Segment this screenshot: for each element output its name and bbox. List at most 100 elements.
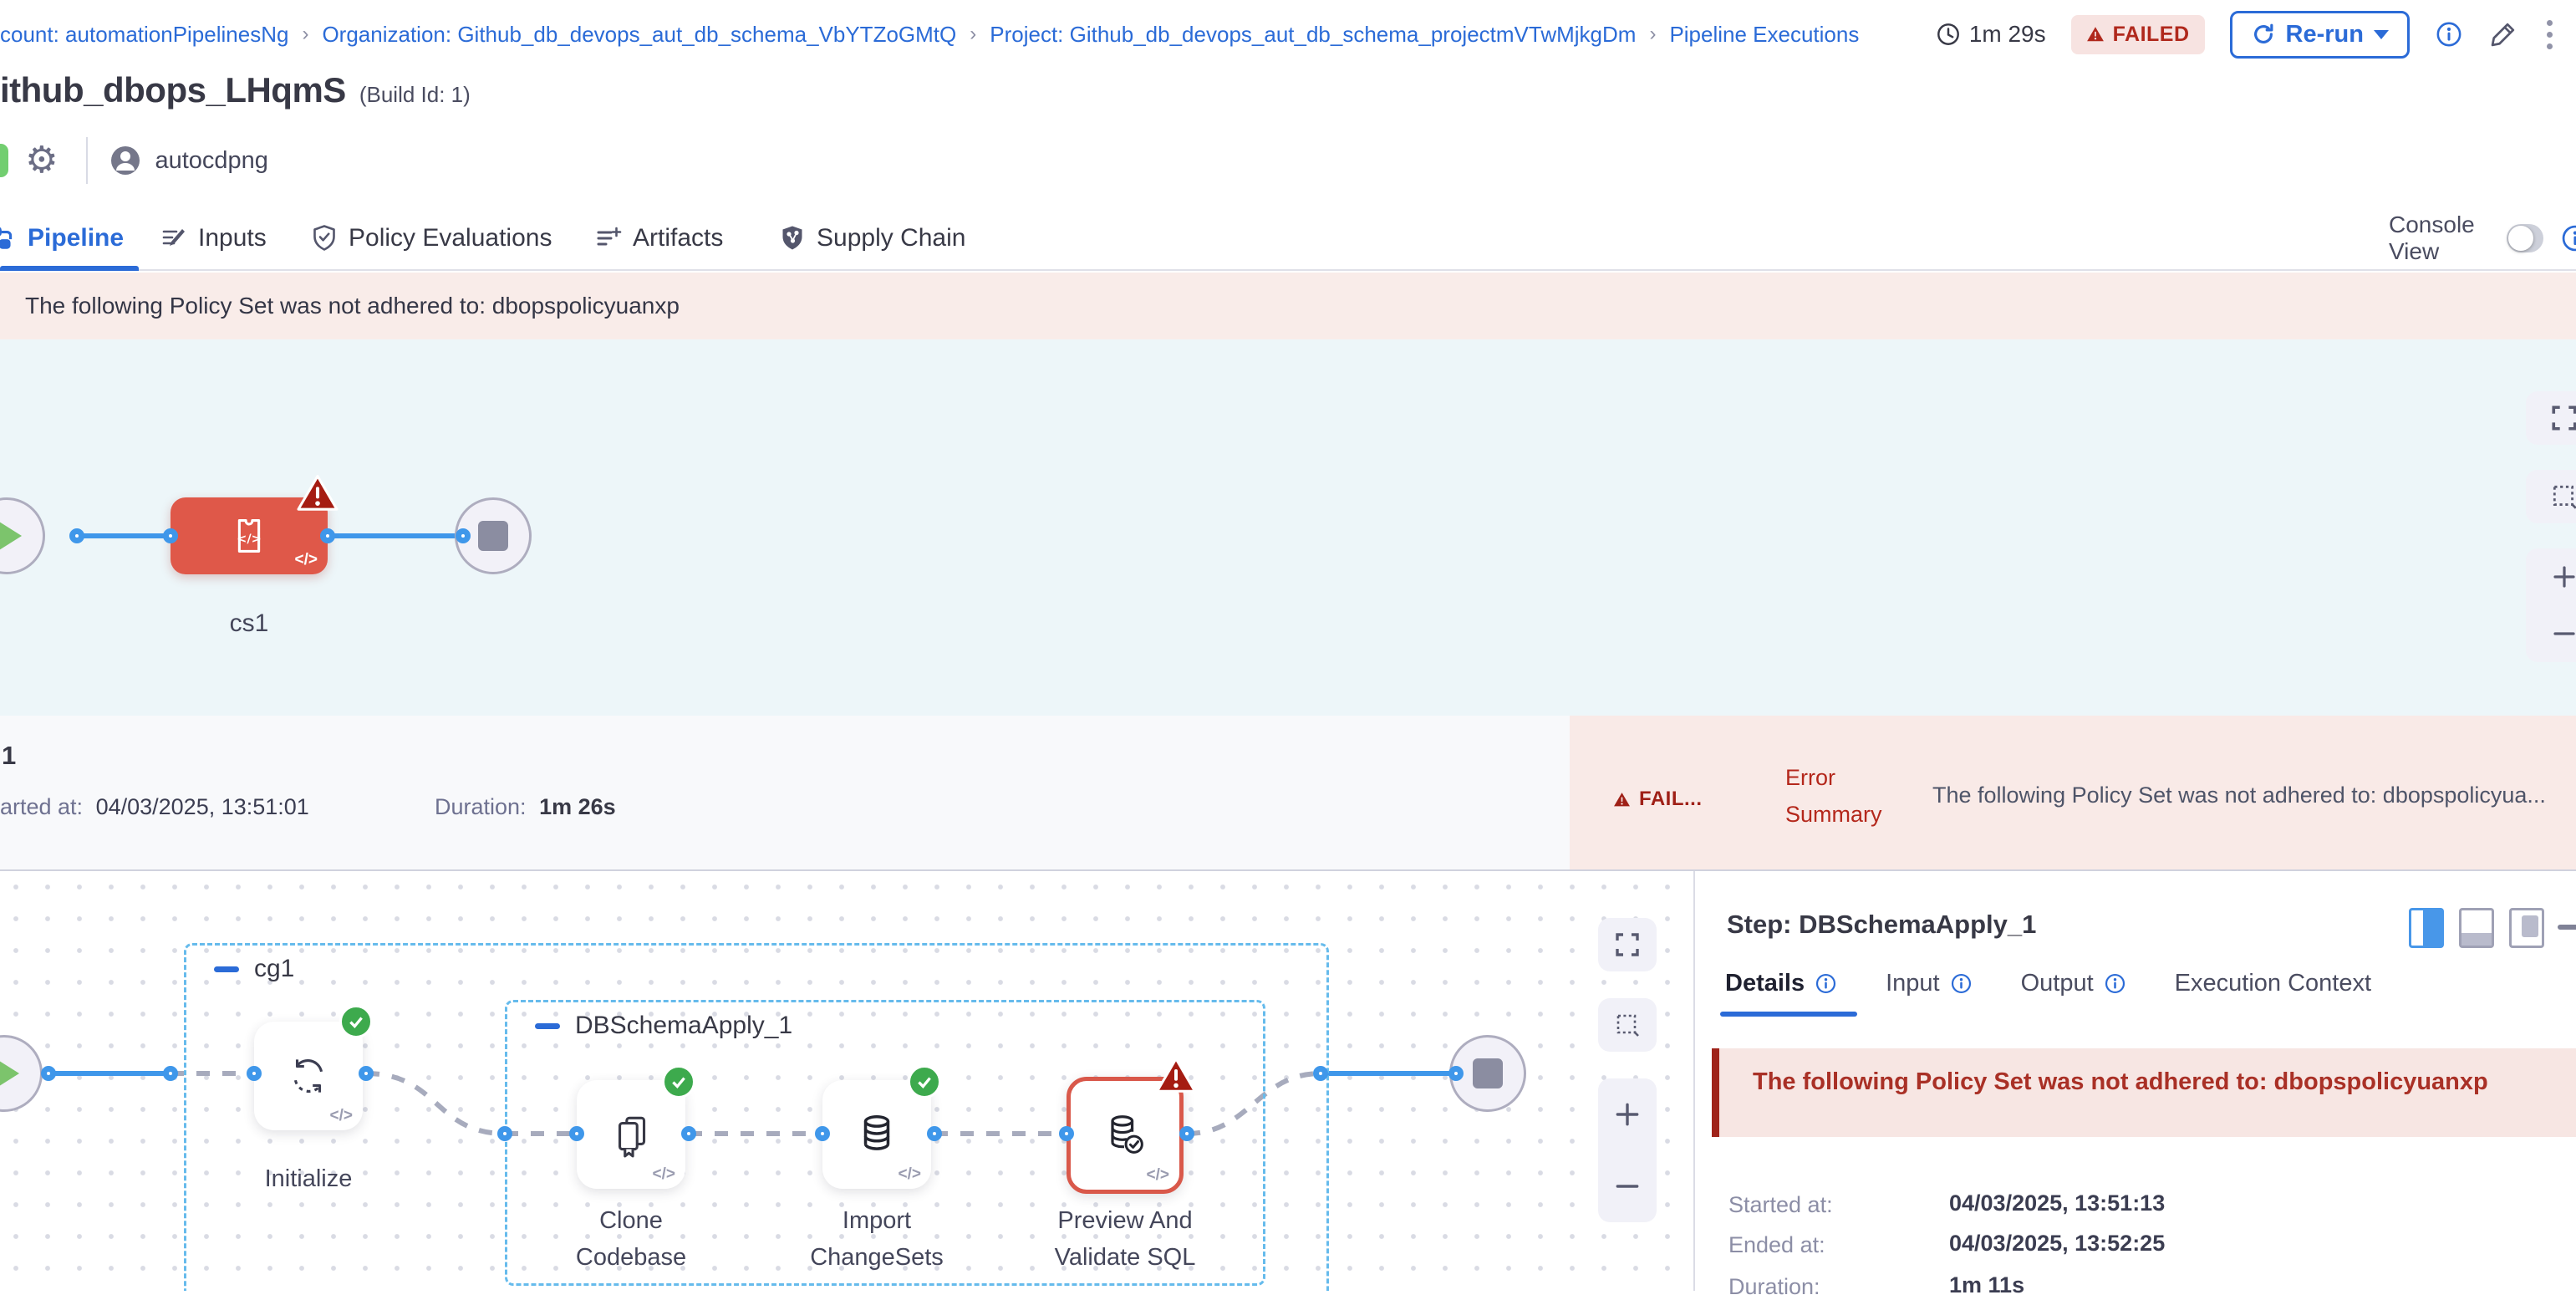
panel-tab-details-label: Details [1725, 970, 1805, 997]
tab-pipeline[interactable]: Pipeline [0, 207, 124, 269]
connector-port[interactable] [927, 1126, 942, 1141]
fullscreen-button[interactable] [1598, 918, 1657, 971]
divider [86, 137, 88, 184]
info-icon[interactable] [1950, 972, 1973, 995]
stage-summary-bar: 1 arted at: 04/03/2025, 13:51:01 Duratio… [0, 716, 2576, 869]
panel-tab-details[interactable]: Details [1725, 970, 1837, 997]
breadcrumb-pipeline-executions[interactable]: Pipeline Executions [1669, 22, 1859, 48]
more-options-icon[interactable] [2543, 17, 2556, 53]
stop-icon [1473, 1058, 1503, 1088]
success-badge-icon [908, 1065, 941, 1099]
gear-icon[interactable]: ⚙ [25, 142, 58, 179]
layout-bottom-icon[interactable] [2459, 908, 2494, 948]
tab-inputs[interactable]: Inputs [160, 207, 267, 269]
step-label-clone-codebase[interactable]: Clone Codebase [547, 1202, 715, 1276]
stage-node-cs1[interactable]: </> </> [171, 497, 328, 574]
play-icon [0, 522, 22, 550]
edit-pencil-icon[interactable] [2488, 19, 2518, 49]
title-row: ithub_dbops_LHqmS (Build Id: 1) [0, 70, 471, 125]
panel-tab-input[interactable]: Input [1886, 970, 1973, 997]
connector-port[interactable] [1059, 1126, 1074, 1141]
connector-port[interactable] [681, 1126, 696, 1141]
step-label-import-changesets[interactable]: Import ChangeSets [793, 1202, 960, 1276]
stage-graph-canvas[interactable]: </> </> cs1 [0, 339, 2576, 716]
marquee-select-button[interactable] [1598, 998, 1657, 1052]
info-icon[interactable] [1815, 972, 1837, 995]
zoom-in-icon[interactable] [1613, 1100, 1642, 1129]
info-icon[interactable] [2560, 223, 2576, 253]
connector-port[interactable] [1313, 1066, 1328, 1081]
connector-port[interactable] [569, 1126, 584, 1141]
error-summary-label: Error Summary [1785, 759, 1911, 833]
info-icon[interactable] [2104, 972, 2126, 995]
inputs-icon [160, 225, 187, 252]
connector-port[interactable] [359, 1066, 374, 1081]
stage-graph-connectors [0, 339, 2576, 716]
step-node-initialize[interactable]: </> [254, 1022, 363, 1130]
zoom-out-icon[interactable] [1613, 1172, 1642, 1201]
tab-artifacts[interactable]: Artifacts [595, 207, 723, 269]
database-check-icon [1100, 1110, 1150, 1160]
layout-floating-icon[interactable] [2509, 908, 2544, 948]
zoom-out-icon[interactable] [2551, 620, 2576, 647]
step-label-initialize[interactable]: Initialize [225, 1160, 392, 1197]
stage-label[interactable]: cs1 [171, 605, 328, 642]
connector-port[interactable] [456, 528, 471, 543]
database-icon [853, 1110, 901, 1159]
tab-policy-label: Policy Evaluations [349, 224, 552, 252]
connector-port[interactable] [497, 1126, 512, 1141]
connector-port[interactable] [163, 1066, 178, 1081]
svg-text:</>: </> [237, 533, 262, 546]
marquee-select-button[interactable] [2526, 470, 2576, 523]
step-node-clone-codebase[interactable]: </> [577, 1080, 685, 1189]
zoom-in-icon[interactable] [2551, 563, 2576, 590]
tag-badge-partial [0, 144, 8, 177]
breadcrumb-project[interactable]: Project: Github_db_devops_aut_db_schema_… [990, 22, 1636, 48]
connector-port[interactable] [320, 528, 335, 543]
collapse-group-icon[interactable] [535, 1023, 560, 1029]
connector-port[interactable] [815, 1126, 830, 1141]
group-dbschemaapply-label[interactable]: DBSchemaApply_1 [575, 1012, 792, 1040]
rerun-button[interactable]: Re-run [2230, 11, 2410, 59]
connector-port[interactable] [69, 528, 84, 543]
connector-port[interactable] [247, 1066, 262, 1081]
connector-port[interactable] [1448, 1066, 1464, 1081]
info-icon[interactable] [2435, 20, 2463, 48]
execution-graph-canvas[interactable]: cg1 DBSchemaApply_1 </> Initialize </> C… [0, 871, 1693, 1291]
code-glyph: </> [899, 1165, 921, 1184]
warning-triangle-icon [1613, 792, 1631, 808]
console-view-toggle[interactable] [2507, 224, 2543, 252]
fullscreen-icon [1614, 931, 1641, 958]
fullscreen-button[interactable] [2526, 391, 2576, 445]
connector-port[interactable] [1179, 1126, 1194, 1141]
tab-policy-evaluations[interactable]: Policy Evaluations [311, 207, 552, 269]
fail-status-label: FAIL... [1639, 788, 1703, 811]
breadcrumb-organization[interactable]: Organization: Github_db_devops_aut_db_sc… [322, 22, 956, 48]
page-title: ithub_dbops_LHqmS [0, 70, 346, 110]
marquee-icon [2550, 482, 2576, 511]
step-label-preview-validate-sql[interactable]: Preview And Validate SQL [1041, 1202, 1209, 1276]
breadcrumb-separator: › [1636, 23, 1669, 46]
policy-warning-banner: The following Policy Set was not adhered… [0, 273, 2576, 339]
panel-tab-execution-context-label: Execution Context [2175, 970, 2371, 997]
started-at-label: Started at: [1728, 1192, 1833, 1218]
tab-supply-chain[interactable]: Supply Chain [779, 207, 965, 269]
warning-triangle-icon [2086, 26, 2105, 43]
minimize-panel-icon[interactable] [2558, 925, 2576, 930]
clone-codebase-icon [607, 1110, 655, 1159]
connector-port[interactable] [41, 1066, 56, 1081]
step-node-preview-validate-sql[interactable]: </> [1067, 1077, 1184, 1194]
breadcrumb-account[interactable]: count: automationPipelinesNg [0, 22, 288, 48]
step-node-import-changesets[interactable]: </> [822, 1080, 931, 1189]
connector-port[interactable] [163, 528, 178, 543]
trigger-user[interactable]: autocdpng [155, 147, 267, 175]
duration-value: 1m 11s [1949, 1272, 2024, 1298]
panel-tab-output[interactable]: Output [2021, 970, 2126, 997]
collapse-group-icon[interactable] [214, 966, 239, 972]
code-glyph: </> [1147, 1166, 1169, 1185]
failure-badge-icon [1155, 1057, 1197, 1094]
layout-right-icon[interactable] [2409, 908, 2444, 948]
policy-banner-message: The following Policy Set was not adhered… [25, 293, 680, 319]
panel-tab-execution-context[interactable]: Execution Context [2175, 970, 2371, 997]
group-cg1-label[interactable]: cg1 [254, 955, 294, 983]
